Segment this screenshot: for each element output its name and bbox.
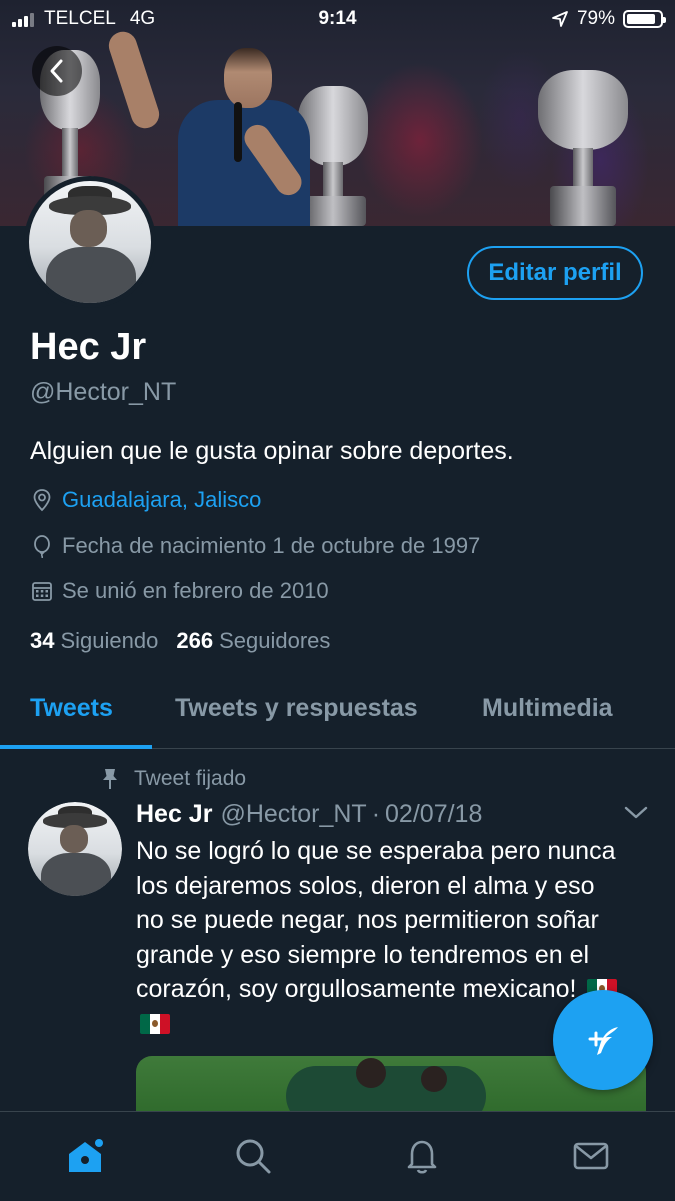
back-button[interactable] — [32, 46, 82, 96]
trophy-right — [528, 60, 638, 226]
followers-link[interactable]: 266 Seguidores — [176, 628, 330, 654]
tweet-separator: · — [371, 800, 381, 828]
tweet-header: Hec Jr @Hector_NT · 02/07/18 — [136, 800, 482, 829]
following-link[interactable]: 34 Siguiendo — [30, 628, 158, 654]
chevron-down-icon — [624, 806, 648, 819]
profile-avatar[interactable] — [24, 176, 156, 308]
following-count: 34 — [30, 628, 55, 653]
battery-percent: 79% — [576, 8, 615, 29]
profile-bio: Alguien que le gusta opinar sobre deport… — [30, 437, 514, 465]
nav-messages[interactable] — [569, 1134, 613, 1178]
tweet-body: No se logró lo que se esperaba pero nunc… — [136, 837, 616, 1003]
tweet-menu-button[interactable] — [623, 804, 649, 827]
tweet-avatar[interactable] — [28, 802, 122, 896]
avatar-image — [29, 181, 151, 303]
profile-location[interactable]: Guadalajara, Jalisco — [30, 487, 261, 513]
profile-name: Hec Jr — [30, 326, 147, 368]
profile-joined: Se unió en febrero de 2010 — [30, 578, 329, 604]
search-icon — [236, 1139, 271, 1174]
tab-tweets-replies[interactable]: Tweets y respuestas — [175, 694, 418, 723]
mexico-flag-icon — [140, 1013, 170, 1034]
active-tab-indicator — [0, 745, 152, 749]
calendar-icon — [32, 582, 52, 601]
pin-icon — [103, 769, 117, 789]
followers-count: 266 — [176, 628, 214, 653]
nav-notifications[interactable] — [400, 1134, 444, 1178]
edit-profile-button[interactable]: Editar perfil — [467, 246, 643, 300]
joined-text: Se unió en febrero de 2010 — [62, 578, 329, 603]
tweet-author[interactable]: Hec Jr — [136, 800, 212, 828]
nav-search[interactable] — [231, 1134, 275, 1178]
balloon-icon — [34, 535, 50, 558]
media-player-head — [421, 1066, 447, 1092]
bottom-navigation — [0, 1111, 675, 1201]
compose-tweet-button[interactable] — [553, 990, 653, 1090]
tab-tweets[interactable]: Tweets — [30, 694, 113, 723]
mail-icon — [573, 1142, 609, 1170]
profile-tabs: Tweets Tweets y respuestas Multimedia — [0, 678, 675, 749]
tweet-date: 02/07/18 — [385, 800, 483, 828]
media-player-head — [356, 1058, 386, 1088]
location-text[interactable]: Guadalajara, Jalisco — [62, 487, 261, 513]
battery-icon — [623, 10, 666, 28]
profile-handle: @Hector_NT — [30, 378, 177, 406]
tab-media[interactable]: Multimedia — [482, 694, 613, 723]
media-players — [286, 1066, 486, 1116]
status-bar: TELCEL 4G 9:14 79% — [0, 0, 675, 38]
following-label: Siguiendo — [60, 628, 159, 653]
profile-birthday: Fecha de nacimiento 1 de octubre de 1997 — [30, 533, 480, 559]
home-icon — [69, 1139, 103, 1172]
pinned-label: Tweet fijado — [100, 767, 246, 791]
banner-figure-head — [224, 48, 272, 108]
tweet-avatar-image — [28, 802, 122, 896]
pinned-text: Tweet fijado — [134, 767, 247, 790]
compose-feather-icon — [588, 1027, 618, 1055]
tweet-handle: @Hector_NT — [220, 800, 367, 828]
location-arrow-icon — [552, 11, 568, 27]
microphone — [234, 102, 242, 162]
birthday-text: Fecha de nacimiento 1 de octubre de 1997 — [62, 533, 481, 558]
followers-label: Seguidores — [219, 628, 331, 653]
back-arrow-icon — [50, 59, 63, 83]
tweet-text: No se logró lo que se esperaba pero nunc… — [136, 834, 626, 1041]
nav-home[interactable] — [63, 1134, 107, 1178]
status-right: 79% — [551, 8, 666, 30]
location-pin-icon — [33, 489, 51, 512]
follow-counts: 34 Siguiendo 266 Seguidores — [30, 628, 330, 654]
bell-icon — [407, 1140, 437, 1174]
